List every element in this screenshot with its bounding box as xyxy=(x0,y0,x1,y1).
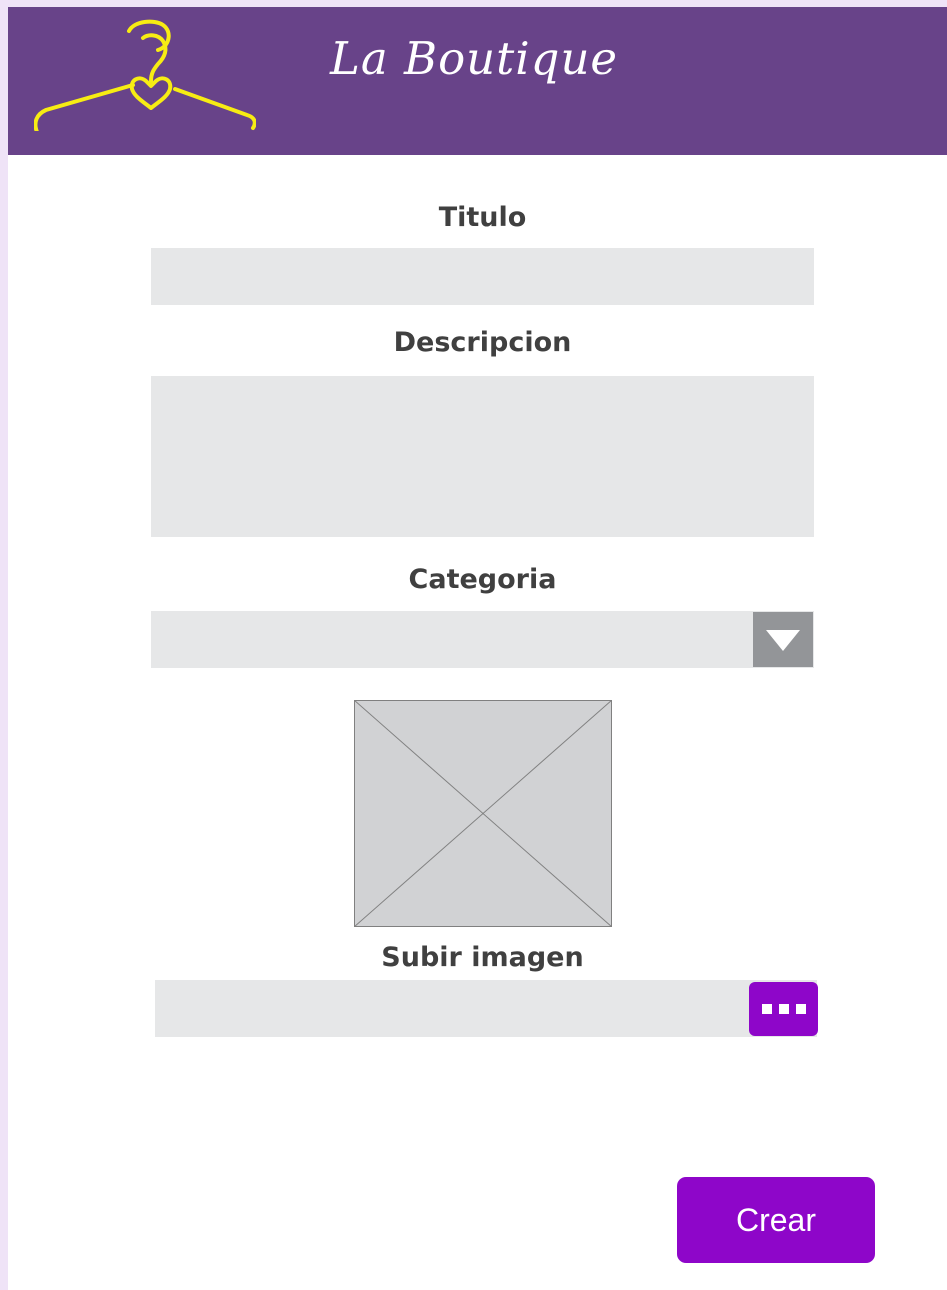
hanger-heart-icon xyxy=(34,19,256,131)
ellipsis-dot xyxy=(778,1004,789,1014)
app-header: La Boutique xyxy=(8,7,947,155)
image-placeholder-icon xyxy=(353,699,613,928)
browse-button[interactable] xyxy=(749,982,818,1036)
description-textarea[interactable] xyxy=(151,376,814,537)
upload-label: Subir imagen xyxy=(381,942,584,973)
triangle-down-icon xyxy=(766,629,800,651)
title-input[interactable] xyxy=(151,248,814,305)
page-frame: La Boutique Titulo Descripcion Categoria… xyxy=(8,7,947,1290)
brand-name: La Boutique xyxy=(330,32,619,85)
description-label: Descripcion xyxy=(393,327,572,358)
image-preview xyxy=(353,699,613,928)
ellipsis-dot xyxy=(795,1004,806,1014)
create-button[interactable]: Crear xyxy=(677,1177,875,1263)
ellipsis-icon xyxy=(761,1004,772,1014)
title-label: Titulo xyxy=(438,202,527,233)
category-select[interactable] xyxy=(151,611,814,668)
category-dropdown-button[interactable] xyxy=(753,612,813,667)
category-label: Categoria xyxy=(408,564,557,595)
upload-input[interactable] xyxy=(155,980,817,1037)
